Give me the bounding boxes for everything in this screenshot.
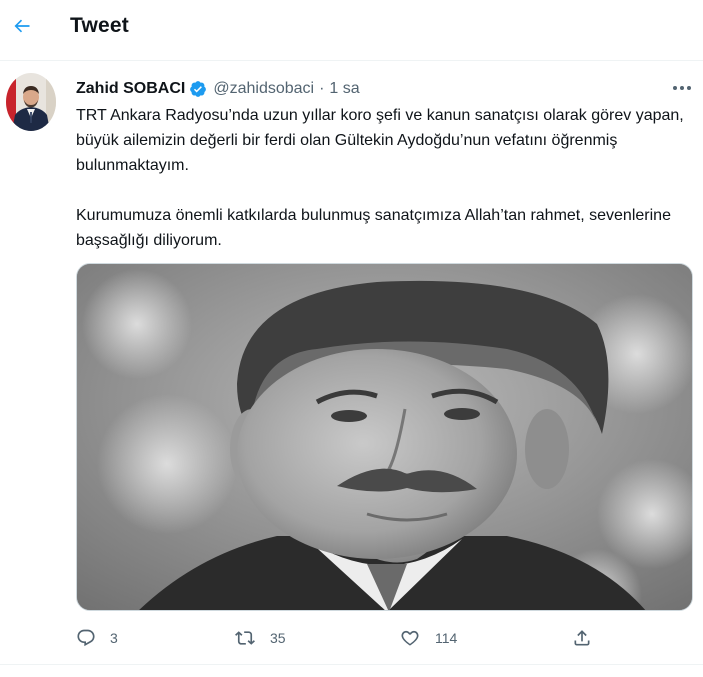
more-icon — [673, 86, 691, 90]
author-avatar[interactable] — [6, 73, 56, 131]
top-bar: Tweet — [0, 0, 703, 56]
tweet-timestamp[interactable]: 1 sa — [329, 80, 359, 98]
tweet-actions: 3 35 114 — [76, 626, 616, 650]
reply-icon — [77, 629, 95, 647]
like-count: 114 — [435, 630, 458, 646]
back-button[interactable] — [4, 8, 40, 44]
tweet-paragraph: TRT Ankara Radyosu’nda uzun yıllar koro … — [76, 107, 684, 174]
reply-button[interactable]: 3 — [76, 626, 118, 650]
arrow-left-icon — [14, 19, 30, 33]
tweet-photo[interactable] — [76, 263, 693, 611]
retweet-count: 35 — [270, 630, 286, 646]
share-button[interactable] — [572, 626, 592, 650]
share-icon — [574, 630, 590, 646]
retweet-icon — [235, 631, 255, 645]
retweet-button[interactable]: 35 — [234, 626, 286, 650]
more-options-button[interactable] — [668, 76, 696, 100]
author-row: Zahid SOBACI @zahidsobaci · 1 sa — [76, 78, 360, 100]
author-name[interactable]: Zahid SOBACI — [76, 80, 185, 98]
page-title: Tweet — [70, 14, 129, 37]
header-divider — [0, 60, 703, 61]
tweet-text: TRT Ankara Radyosu’nda uzun yıllar koro … — [76, 103, 686, 253]
author-handle[interactable]: @zahidsobaci — [213, 80, 314, 98]
verified-badge-icon — [189, 80, 207, 98]
like-button[interactable]: 114 — [399, 626, 457, 650]
reply-count: 3 — [110, 630, 118, 646]
actions-divider — [0, 664, 703, 665]
meta-separator: · — [319, 80, 325, 97]
heart-icon — [401, 630, 419, 646]
tweet-paragraph: Kurumumuza önemli katkılarda bulunmuş sa… — [76, 207, 671, 249]
